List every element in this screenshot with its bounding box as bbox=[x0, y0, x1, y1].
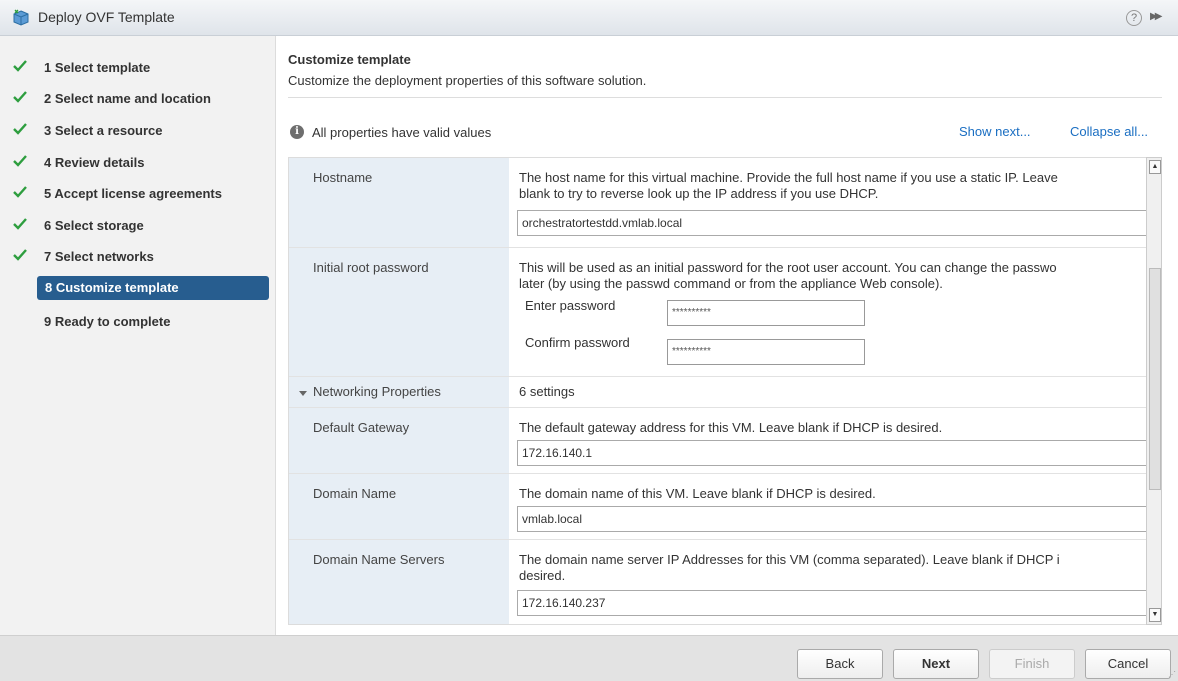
title-bar: Deploy OVF Template ? ▶▶ bbox=[0, 0, 1178, 36]
step-label: 1 Select template bbox=[44, 60, 151, 75]
property-row-root-password: Initial root password This will be used … bbox=[289, 248, 1157, 377]
finish-button[interactable]: Finish bbox=[989, 649, 1075, 679]
property-group-networking[interactable]: Networking Properties 6 settings bbox=[289, 377, 1157, 408]
property-description: The default gateway address for this VM.… bbox=[519, 420, 1145, 436]
property-name: Hostname bbox=[313, 170, 373, 185]
info-icon: i bbox=[290, 125, 304, 139]
check-icon bbox=[13, 186, 27, 198]
property-group-summary: 6 settings bbox=[519, 384, 575, 399]
scroll-down-icon[interactable]: ▼ bbox=[1149, 608, 1161, 622]
cancel-button[interactable]: Cancel bbox=[1085, 649, 1171, 679]
step-ready-to-complete[interactable]: 9 Ready to complete bbox=[0, 310, 276, 334]
validation-status: All properties have valid values bbox=[312, 125, 492, 140]
property-description: This will be used as an initial password… bbox=[519, 260, 1145, 292]
expand-panel-icon[interactable]: ▶▶ bbox=[1150, 11, 1163, 22]
domain-name-input[interactable]: vmlab.local bbox=[517, 506, 1157, 532]
property-group-name: Networking Properties bbox=[313, 384, 441, 399]
description-line: later (by using the passwd command or fr… bbox=[519, 276, 943, 291]
step-label: 6 Select storage bbox=[44, 218, 144, 233]
step-accept-license[interactable]: 5 Accept license agreements bbox=[0, 182, 276, 206]
step-label: 5 Accept license agreements bbox=[44, 186, 222, 201]
step-select-resource[interactable]: 3 Select a resource bbox=[0, 119, 276, 143]
main-panel: Customize template Customize the deploym… bbox=[276, 36, 1178, 635]
collapse-all-link[interactable]: Collapse all... bbox=[1070, 124, 1148, 139]
description-line: The domain name of this VM. Leave blank … bbox=[519, 486, 876, 501]
enter-password-input[interactable]: ********** bbox=[667, 300, 865, 326]
confirm-password-input[interactable]: ********** bbox=[667, 339, 865, 365]
step-select-name-location[interactable]: 2 Select name and location bbox=[0, 87, 276, 111]
description-line: desired. bbox=[519, 568, 566, 583]
step-label: 7 Select networks bbox=[44, 249, 154, 264]
divider bbox=[288, 97, 1162, 98]
property-name: Default Gateway bbox=[313, 420, 410, 435]
description-line: The domain name server IP Addresses for … bbox=[519, 552, 1060, 567]
default-gateway-input[interactable]: 172.16.140.1 bbox=[517, 440, 1157, 466]
check-icon bbox=[13, 249, 27, 261]
resize-grip-icon[interactable]: ⋰ bbox=[1168, 670, 1176, 679]
page-title: Customize template bbox=[288, 52, 411, 67]
check-icon bbox=[13, 60, 27, 72]
property-name: Initial root password bbox=[313, 260, 429, 275]
next-button[interactable]: Next bbox=[893, 649, 979, 679]
property-description: The domain name of this VM. Leave blank … bbox=[519, 486, 1145, 502]
property-row-dns-servers: Domain Name Servers The domain name serv… bbox=[289, 540, 1157, 624]
description-line: blank to try to reverse look up the IP a… bbox=[519, 186, 879, 201]
description-line: This will be used as an initial password… bbox=[519, 260, 1057, 275]
property-name: Domain Name bbox=[313, 486, 397, 501]
enter-password-label: Enter password bbox=[525, 298, 616, 313]
check-icon bbox=[13, 91, 27, 103]
dns-servers-input[interactable]: 172.16.140.237 bbox=[517, 590, 1157, 616]
step-select-template[interactable]: 1 Select template bbox=[0, 56, 276, 80]
step-label: 2 Select name and location bbox=[44, 91, 211, 106]
page-description: Customize the deployment properties of t… bbox=[288, 73, 647, 88]
properties-grid: Hostname The host name for this virtual … bbox=[288, 157, 1158, 625]
wizard-footer: Back Next Finish Cancel ⋰ bbox=[0, 635, 1178, 681]
step-select-networks[interactable]: 7 Select networks bbox=[0, 245, 276, 269]
window-title: Deploy OVF Template bbox=[38, 9, 175, 25]
vertical-scrollbar[interactable]: ▲ ▼ bbox=[1146, 157, 1162, 625]
step-review-details[interactable]: 4 Review details bbox=[0, 151, 276, 175]
check-icon bbox=[13, 123, 27, 135]
check-icon bbox=[13, 218, 27, 230]
wizard-steps: 1 Select template 2 Select name and loca… bbox=[0, 36, 276, 635]
check-icon bbox=[13, 155, 27, 167]
step-label: 8 Customize template bbox=[45, 280, 179, 295]
property-row-domain-name: Domain Name The domain name of this VM. … bbox=[289, 474, 1157, 540]
show-next-link[interactable]: Show next... bbox=[959, 124, 1031, 139]
confirm-password-label: Confirm password bbox=[525, 335, 630, 350]
scroll-up-icon[interactable]: ▲ bbox=[1149, 160, 1161, 174]
property-row-default-gateway: Default Gateway The default gateway addr… bbox=[289, 408, 1157, 474]
ovf-package-icon bbox=[13, 9, 29, 26]
step-customize-template[interactable]: 8 Customize template bbox=[37, 276, 269, 300]
step-label: 3 Select a resource bbox=[44, 123, 163, 138]
scrollbar-thumb[interactable] bbox=[1149, 268, 1161, 490]
back-button[interactable]: Back bbox=[797, 649, 883, 679]
description-line: The host name for this virtual machine. … bbox=[519, 170, 1058, 185]
step-label: 9 Ready to complete bbox=[44, 314, 171, 329]
help-icon[interactable]: ? bbox=[1126, 10, 1142, 26]
property-description: The host name for this virtual machine. … bbox=[519, 170, 1145, 202]
step-select-storage[interactable]: 6 Select storage bbox=[0, 214, 276, 238]
description-line: The default gateway address for this VM.… bbox=[519, 420, 943, 435]
property-description: The domain name server IP Addresses for … bbox=[519, 552, 1145, 584]
collapse-triangle-icon[interactable] bbox=[299, 391, 307, 396]
step-label: 4 Review details bbox=[44, 155, 145, 170]
property-name: Domain Name Servers bbox=[313, 552, 445, 567]
hostname-input[interactable]: orchestratortestdd.vmlab.local bbox=[517, 210, 1157, 236]
property-row-hostname: Hostname The host name for this virtual … bbox=[289, 158, 1157, 248]
